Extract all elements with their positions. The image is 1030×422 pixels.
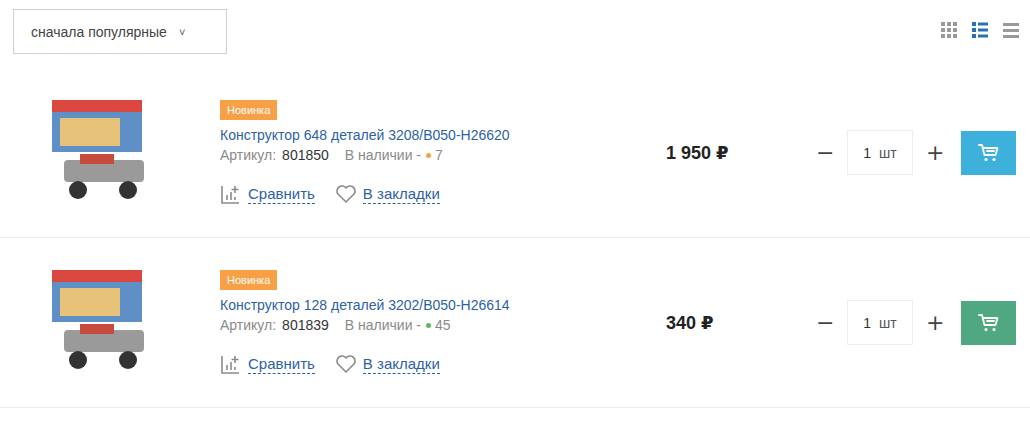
product-title[interactable]: Конструктор 128 деталей 3202/B050-H26614: [220, 297, 510, 313]
quantity-unit: шт: [879, 315, 897, 331]
minus-button[interactable]: −: [816, 310, 834, 335]
view-switcher: [940, 21, 1020, 39]
quantity-field[interactable]: 1 шт: [847, 300, 913, 345]
product-photo-icon: [50, 264, 150, 382]
product-row: Новинка Конструктор 648 деталей 3208/B050…: [0, 68, 1030, 238]
catalog-page: сначала популярные ˅ Новинка Конструктор 64…: [0, 0, 1030, 408]
stock-label: В наличии -: [345, 317, 421, 333]
compare-link[interactable]: Сравнить: [220, 183, 315, 205]
bookmark-label: В закладки: [363, 355, 440, 374]
product-title[interactable]: Конструктор 648 деталей 3208/B050-H26620: [220, 127, 510, 143]
product-image[interactable]: [50, 264, 150, 382]
grid-view-button[interactable]: [940, 21, 958, 39]
add-to-cart-button[interactable]: [961, 301, 1016, 345]
quantity-value: 1: [863, 315, 871, 331]
product-actions: Сравнить В закладки: [220, 353, 440, 375]
toolbar: сначала популярные ˅: [0, 0, 1030, 54]
product-image[interactable]: [50, 94, 150, 212]
product-meta: Артикул: 801839 В наличии - 45: [220, 317, 451, 333]
product-photo-icon: [50, 94, 150, 212]
heart-icon: [335, 354, 357, 374]
sku-value: 801839: [282, 317, 329, 333]
list-view-button[interactable]: [971, 21, 989, 39]
sort-label: сначала популярные: [31, 24, 167, 40]
stock-label: В наличии -: [345, 147, 421, 163]
compare-icon: [220, 353, 242, 375]
quantity-value: 1: [863, 145, 871, 161]
stock-dot: [426, 153, 431, 158]
compact-list-icon: [1002, 21, 1020, 39]
quantity-unit: шт: [879, 145, 897, 161]
new-badge: Новинка: [220, 100, 277, 120]
cart-icon: [978, 313, 1000, 333]
compare-label: Сравнить: [248, 355, 315, 374]
plus-button[interactable]: +: [926, 140, 944, 165]
add-to-cart-button[interactable]: [961, 131, 1016, 175]
minus-button[interactable]: −: [816, 140, 834, 165]
heart-icon: [335, 184, 357, 204]
new-badge: Новинка: [220, 270, 277, 290]
compare-label: Сравнить: [248, 185, 315, 204]
sku-label: Артикул:: [220, 317, 276, 333]
sku-label: Артикул:: [220, 147, 276, 163]
chevron-icon: ˅: [179, 26, 185, 38]
product-info: Новинка Конструктор 648 деталей 3208/B050…: [220, 100, 666, 205]
stock-count: 7: [435, 147, 443, 163]
compact-view-button[interactable]: [1002, 21, 1020, 39]
product-list: Новинка Конструктор 648 деталей 3208/B050…: [0, 68, 1030, 408]
product-row: Новинка Конструктор 128 деталей 3202/B050…: [0, 238, 1030, 408]
plus-button[interactable]: +: [926, 310, 944, 335]
product-price: 1 950 ₽: [666, 142, 816, 164]
quantity-field[interactable]: 1 шт: [847, 130, 913, 175]
sku-value: 801850: [282, 147, 329, 163]
quantity-control: − 1 шт +: [816, 130, 1016, 175]
product-info: Новинка Конструктор 128 деталей 3202/B050…: [220, 270, 666, 375]
product-price: 340 ₽: [666, 312, 816, 334]
stock-dot: [426, 323, 431, 328]
quantity-control: − 1 шт +: [816, 300, 1016, 345]
product-actions: Сравнить В закладки: [220, 183, 440, 205]
product-meta: Артикул: 801850 В наличии - 7: [220, 147, 443, 163]
compare-link[interactable]: Сравнить: [220, 353, 315, 375]
cart-icon: [978, 143, 1000, 163]
sort-dropdown[interactable]: сначала популярные ˅: [13, 9, 227, 54]
stock-count: 45: [435, 317, 451, 333]
grid-icon: [940, 21, 958, 39]
bookmark-link[interactable]: В закладки: [335, 353, 440, 375]
bookmark-link[interactable]: В закладки: [335, 183, 440, 205]
list-icon: [971, 21, 989, 39]
bookmark-label: В закладки: [363, 185, 440, 204]
compare-icon: [220, 183, 242, 205]
